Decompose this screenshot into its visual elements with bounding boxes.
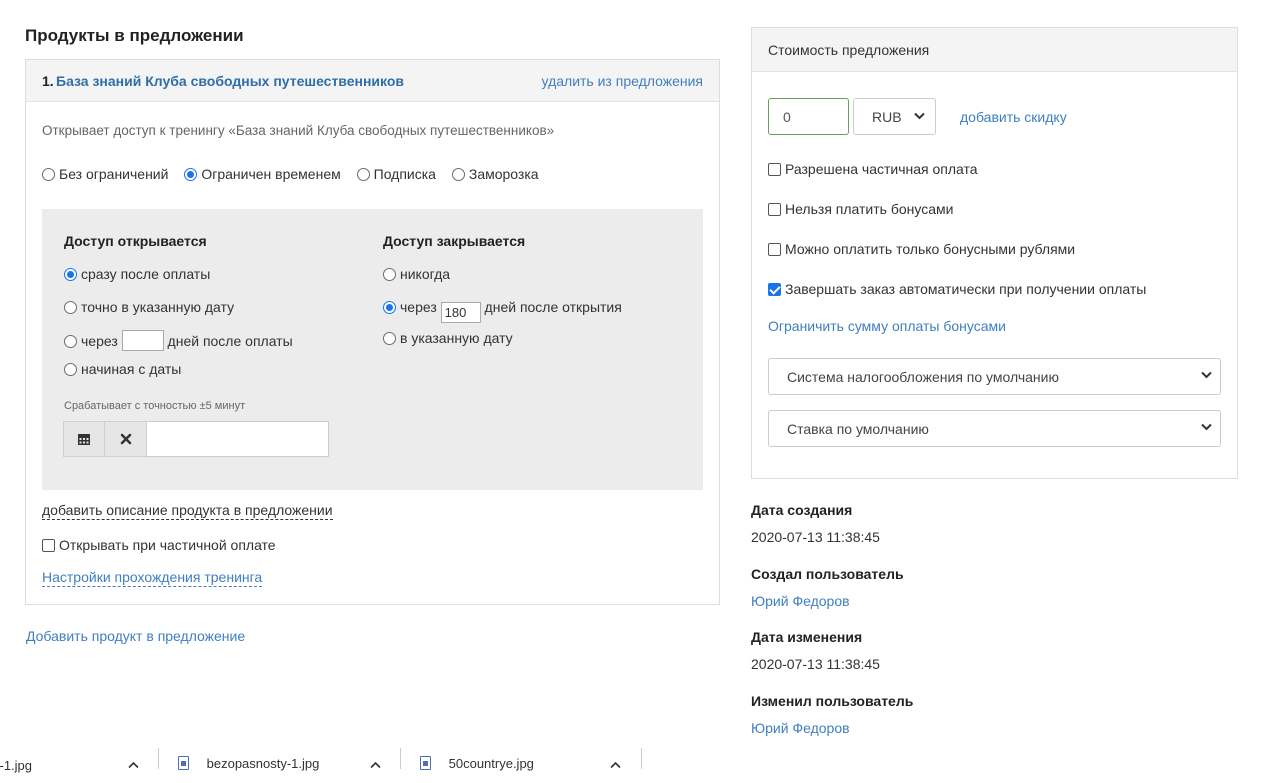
download-separator — [641, 748, 642, 769]
file-icon — [420, 756, 431, 770]
tax-system-select[interactable]: Система налогообложения по умолчанию — [768, 358, 1221, 395]
cost-title: Стоимость предложения — [768, 42, 930, 58]
access-close-title: Доступ закрывается — [383, 233, 526, 249]
close-days-input[interactable]: 180 — [440, 302, 481, 323]
chevron-down-icon — [914, 109, 925, 123]
close-after-days-option[interactable]: через 180 дней после открытия — [383, 299, 622, 323]
modified-date-label: Дата изменения — [751, 629, 863, 645]
cost-card: Стоимость предложения 0 RUB добавить ски… — [751, 27, 1238, 479]
partial-payment-checkbox[interactable]: Разрешена частичная оплата — [768, 161, 978, 177]
open-days-input[interactable] — [121, 330, 164, 351]
access-type-subscription[interactable]: Подписка — [356, 166, 436, 182]
close-on-date-option[interactable]: в указанную дату — [383, 330, 513, 346]
product-card-header: 1. База знаний Клуба свободных путешеств… — [26, 60, 719, 102]
limit-bonus-link[interactable]: Ограничить сумму оплаты бонусами — [768, 318, 1006, 334]
radio-icon — [64, 335, 77, 348]
date-input[interactable] — [147, 421, 329, 457]
date-picker — [63, 421, 329, 457]
download-separator — [158, 748, 159, 769]
chevron-down-icon — [1201, 420, 1212, 434]
checkbox-checked-icon — [768, 283, 781, 296]
product-card: 1. База знаний Клуба свободных путешеств… — [25, 59, 720, 605]
add-discount-link[interactable]: добавить скидку — [960, 109, 1067, 125]
radio-checked-icon — [383, 301, 396, 314]
remove-product-link[interactable]: удалить из предложения — [542, 73, 703, 89]
download-bar: y-1.jpg bezopasnosty-1.jpg 50countrye.jp… — [0, 744, 1280, 773]
currency-select[interactable]: RUB — [853, 98, 936, 135]
chevron-down-icon — [1201, 368, 1212, 382]
radio-icon — [64, 363, 77, 376]
access-type-group: Без ограничений Ограничен временем Подпи… — [42, 166, 551, 182]
checkbox-icon — [42, 539, 55, 552]
download-separator — [400, 748, 401, 769]
radio-icon — [356, 168, 370, 181]
bonus-only-payment-checkbox[interactable]: Можно оплатить только бонусными рублями — [768, 241, 1075, 257]
open-after-days-option[interactable]: через дней после оплаты — [64, 330, 293, 351]
checkbox-icon — [768, 203, 781, 216]
close-never-option[interactable]: никогда — [383, 266, 450, 282]
checkbox-icon — [768, 243, 781, 256]
chevron-up-icon[interactable] — [370, 758, 381, 772]
currency-value: RUB — [872, 109, 902, 125]
created-by-label: Создал пользователь — [751, 566, 904, 582]
modified-by-user-link[interactable]: Юрий Федоров — [751, 720, 850, 736]
radio-icon — [383, 332, 396, 345]
price-input[interactable]: 0 — [768, 98, 849, 135]
radio-icon — [383, 268, 396, 281]
access-settings-panel: Доступ открывается сразу после оплаты то… — [42, 209, 703, 490]
radio-icon — [451, 168, 465, 181]
modified-date-value: 2020-07-13 11:38:45 — [751, 656, 880, 672]
radio-icon — [64, 301, 77, 314]
chevron-up-icon[interactable] — [610, 758, 621, 772]
auto-complete-order-checkbox[interactable]: Завершать заказ автоматически при получе… — [768, 281, 1146, 297]
open-from-date-option[interactable]: начиная с даты — [64, 361, 181, 377]
add-description-link[interactable]: добавить описание продукта в предложении — [42, 502, 333, 520]
rate-value: Ставка по умолчанию — [787, 421, 929, 437]
radio-icon — [42, 168, 55, 181]
tax-system-value: Система налогообложения по умолчанию — [787, 369, 1059, 385]
close-icon[interactable] — [105, 421, 147, 457]
download-item[interactable]: y-1.jpg — [0, 758, 150, 783]
download-filename: y-1.jpg — [0, 758, 33, 773]
rate-select[interactable]: Ставка по умолчанию — [768, 410, 1221, 447]
checkbox-icon — [768, 163, 781, 176]
modified-by-label: Изменил пользователь — [751, 693, 914, 709]
page-title: Продукты в предложении — [25, 26, 244, 45]
training-settings-link[interactable]: Настройки прохождения тренинга — [42, 569, 263, 587]
file-icon — [178, 756, 189, 770]
access-type-unlimited[interactable]: Без ограничений — [42, 166, 168, 182]
no-bonus-payment-checkbox[interactable]: Нельзя платить бонусами — [768, 201, 953, 217]
precision-note: Срабатывает с точностью ±5 минут — [64, 400, 246, 412]
product-number: 1. — [42, 73, 54, 89]
access-type-freeze[interactable]: Заморозка — [451, 166, 539, 182]
cost-card-header: Стоимость предложения — [752, 28, 1237, 72]
product-name-link[interactable]: База знаний Клуба свободных путешественн… — [56, 73, 404, 89]
created-date-value: 2020-07-13 11:38:45 — [751, 529, 880, 545]
calendar-icon[interactable] — [63, 421, 105, 457]
partial-open-checkbox[interactable]: Открывать при частичной оплате — [42, 537, 276, 553]
created-date-label: Дата создания — [751, 502, 853, 518]
open-after-payment-option[interactable]: сразу после оплаты — [64, 266, 210, 282]
chevron-up-icon[interactable] — [128, 758, 139, 772]
access-type-time-limited[interactable]: Ограничен временем — [184, 166, 341, 182]
radio-checked-icon — [64, 268, 77, 281]
open-exact-date-option[interactable]: точно в указанную дату — [64, 299, 234, 315]
product-description: Открывает доступ к тренингу «База знаний… — [42, 123, 555, 138]
radio-checked-icon — [184, 168, 198, 181]
created-by-user-link[interactable]: Юрий Федоров — [751, 593, 850, 609]
access-open-title: Доступ открывается — [64, 233, 207, 249]
add-product-link[interactable]: Добавить продукт в предложение — [26, 628, 245, 644]
